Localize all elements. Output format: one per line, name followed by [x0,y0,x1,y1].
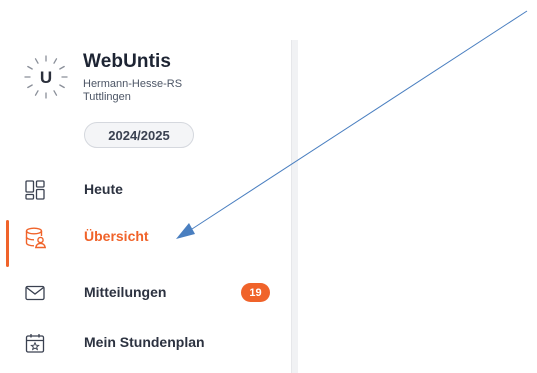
sidebar-item-mitteilungen[interactable]: Mitteilungen 19 [0,272,291,314]
sidebar-item-mein-stundenplan[interactable]: Mein Stundenplan [0,322,291,364]
app-title: WebUntis [83,51,172,72]
sidebar: U WebUntis Hermann-Hesse-RS Tuttlingen 2… [0,0,291,373]
active-indicator [6,220,9,267]
sidebar-item-label: Heute [84,181,123,197]
school-city: Tuttlingen [83,91,131,103]
school-name: Hermann-Hesse-RS [83,78,183,90]
dashboard-grid-icon [25,180,45,200]
envelope-icon [25,283,45,303]
main-content [298,0,537,373]
calendar-star-icon [25,333,45,353]
sidebar-item-label: Übersicht [84,228,149,244]
webuntis-logo-icon: U [22,53,70,101]
app-root: U WebUntis Hermann-Hesse-RS Tuttlingen 2… [0,0,537,373]
database-user-icon [25,227,47,249]
unread-count-badge: 19 [241,283,270,302]
sidebar-item-heute[interactable]: Heute [0,169,291,211]
sidebar-item-uebersicht[interactable]: Übersicht [0,216,291,267]
logo-letter: U [40,68,52,87]
sidebar-item-label: Mitteilungen [84,284,167,300]
school-info: Hermann-Hesse-RS Tuttlingen [83,78,233,104]
school-year-selector[interactable]: 2024/2025 [84,122,194,148]
sidebar-item-label: Mein Stundenplan [84,334,205,350]
